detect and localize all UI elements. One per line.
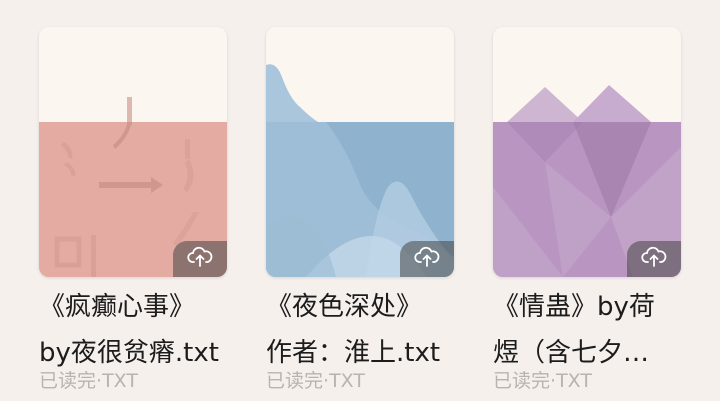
cloud-upload-icon <box>187 246 213 272</box>
cloud-upload-button[interactable] <box>627 241 681 277</box>
book-title-line-1: 《疯癫心事》 <box>39 292 196 322</box>
file-format: TXT <box>102 370 138 392</box>
cloud-upload-icon <box>414 246 440 272</box>
book-meta: 已读完·TXT <box>39 366 138 393</box>
cover-mountain-decoration <box>266 64 454 277</box>
read-status: 已读完 <box>493 370 551 392</box>
cloud-upload-button[interactable] <box>400 241 454 277</box>
cloud-upload-icon <box>641 246 667 272</box>
read-status: 已读完 <box>266 370 324 392</box>
cloud-upload-button[interactable] <box>173 241 227 277</box>
file-format: TXT <box>556 370 592 392</box>
cover-ink-decoration <box>54 97 199 277</box>
book-title[interactable]: 《情蛊》by荷 煜（含七夕… <box>493 284 698 376</box>
book-card[interactable]: 《情蛊》by荷 煜（含七夕… 已读完·TXT <box>493 0 683 401</box>
book-title[interactable]: 《夜色深处》 作者：淮上.txt <box>266 284 471 376</box>
book-card[interactable]: 《夜色深处》 作者：淮上.txt 已读完·TXT <box>266 0 456 401</box>
book-cover[interactable] <box>39 27 227 277</box>
file-format: TXT <box>329 370 365 392</box>
book-title-line-1: 《夜色深处》 <box>266 292 423 322</box>
book-title-line-1: 《情蛊》by荷 <box>493 292 655 322</box>
read-status: 已读完 <box>39 370 97 392</box>
book-title[interactable]: 《疯癫心事》 by夜很贫瘠.txt <box>39 284 244 376</box>
book-meta: 已读完·TXT <box>493 366 592 393</box>
book-cover[interactable] <box>493 27 681 277</box>
book-card[interactable]: 《疯癫心事》 by夜很贫瘠.txt 已读完·TXT <box>39 0 229 401</box>
book-meta: 已读完·TXT <box>266 366 365 393</box>
book-cover[interactable] <box>266 27 454 277</box>
cover-geometric-decoration <box>493 85 681 277</box>
